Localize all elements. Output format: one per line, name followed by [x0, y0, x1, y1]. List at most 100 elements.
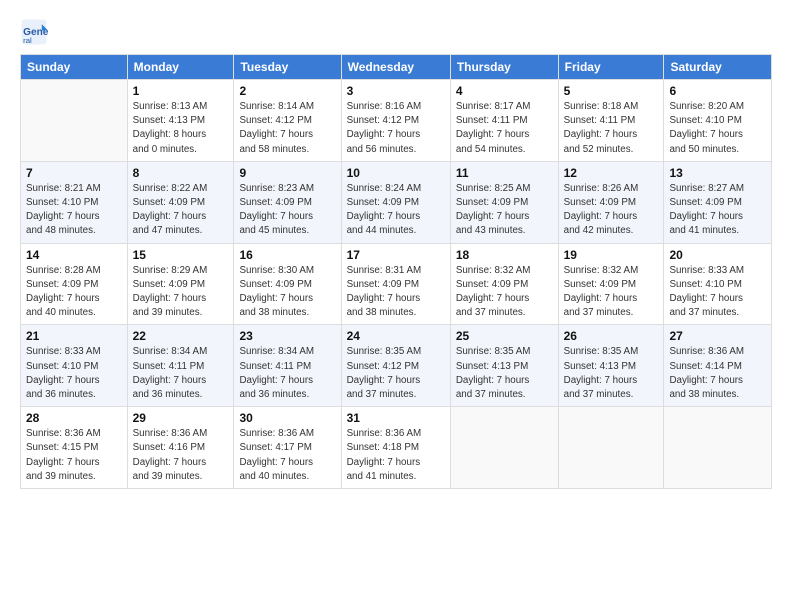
day-info: Sunrise: 8:23 AM Sunset: 4:09 PM Dayligh…: [239, 182, 335, 239]
calendar-cell: 16 Sunrise: 8:30 AM Sunset: 4:09 PM Dayli…: [234, 243, 341, 325]
calendar-cell: 4Sunrise: 8:17 AM Sunset: 4:11 PM Daylig…: [450, 80, 558, 162]
day-info: Sunrise: 8:25 AM Sunset: 4:09 PM Dayligh…: [456, 182, 553, 239]
day-number: 16: [239, 248, 335, 262]
day-number: 29: [133, 411, 229, 425]
weekday-header-monday: Monday: [127, 55, 234, 80]
day-info: Sunrise: 8:36 AM Sunset: 4:18 PM Dayligh…: [347, 427, 445, 484]
day-number: 10: [347, 166, 445, 180]
day-number: 8: [133, 166, 229, 180]
weekday-header-row: SundayMondayTuesdayWednesdayThursdayFrid…: [21, 55, 772, 80]
calendar-cell: 15 Sunrise: 8:29 AM Sunset: 4:09 PM Dayli…: [127, 243, 234, 325]
day-number: 5: [564, 84, 659, 98]
calendar-cell: [664, 407, 772, 489]
day-number: 3: [347, 84, 445, 98]
day-info: Sunrise: 8:32 AM Sunset: 4:09 PM Dayligh…: [564, 264, 659, 321]
day-number: 13: [669, 166, 766, 180]
day-info: Sunrise: 8:29 AM Sunset: 4:09 PM Dayligh…: [133, 264, 229, 321]
day-number: 28: [26, 411, 122, 425]
day-number: 15: [133, 248, 229, 262]
calendar-cell: 31 Sunrise: 8:36 AM Sunset: 4:18 PM Dayli…: [341, 407, 450, 489]
day-info: Sunrise: 8:35 AM Sunset: 4:12 PM Dayligh…: [347, 345, 445, 402]
weekday-header-sunday: Sunday: [21, 55, 128, 80]
calendar-cell: 18Sunrise: 8:32 AM Sunset: 4:09 PM Dayli…: [450, 243, 558, 325]
day-number: 9: [239, 166, 335, 180]
day-info: Sunrise: 8:26 AM Sunset: 4:09 PM Dayligh…: [564, 182, 659, 239]
day-number: 2: [239, 84, 335, 98]
day-number: 31: [347, 411, 445, 425]
day-number: 21: [26, 329, 122, 343]
calendar-cell: 12Sunrise: 8:26 AM Sunset: 4:09 PM Dayli…: [558, 161, 664, 243]
day-number: 20: [669, 248, 766, 262]
svg-text:ral: ral: [23, 36, 32, 45]
day-number: 30: [239, 411, 335, 425]
day-info: Sunrise: 8:33 AM Sunset: 4:10 PM Dayligh…: [669, 264, 766, 321]
calendar-cell: 30 Sunrise: 8:36 AM Sunset: 4:17 PM Dayli…: [234, 407, 341, 489]
day-number: 1: [133, 84, 229, 98]
day-number: 24: [347, 329, 445, 343]
day-number: 6: [669, 84, 766, 98]
day-number: 27: [669, 329, 766, 343]
calendar-cell: 23Sunrise: 8:34 AM Sunset: 4:11 PM Dayli…: [234, 325, 341, 407]
day-info: Sunrise: 8:35 AM Sunset: 4:13 PM Dayligh…: [564, 345, 659, 402]
calendar-cell: 8 Sunrise: 8:22 AM Sunset: 4:09 PM Daylig…: [127, 161, 234, 243]
calendar-cell: 28Sunrise: 8:36 AM Sunset: 4:15 PM Dayli…: [21, 407, 128, 489]
day-number: 25: [456, 329, 553, 343]
day-info: Sunrise: 8:34 AM Sunset: 4:11 PM Dayligh…: [133, 345, 229, 402]
day-info: Sunrise: 8:28 AM Sunset: 4:09 PM Dayligh…: [26, 264, 122, 321]
day-info: Sunrise: 8:18 AM Sunset: 4:11 PM Dayligh…: [564, 100, 659, 157]
day-info: Sunrise: 8:36 AM Sunset: 4:17 PM Dayligh…: [239, 427, 335, 484]
page-header: Gene ral: [20, 18, 772, 46]
calendar-cell: 27 Sunrise: 8:36 AM Sunset: 4:14 PM Dayli…: [664, 325, 772, 407]
calendar-week-row: 14 Sunrise: 8:28 AM Sunset: 4:09 PM Dayli…: [21, 243, 772, 325]
day-number: 22: [133, 329, 229, 343]
day-number: 11: [456, 166, 553, 180]
day-info: Sunrise: 8:36 AM Sunset: 4:14 PM Dayligh…: [669, 345, 766, 402]
calendar-week-row: 21 Sunrise: 8:33 AM Sunset: 4:10 PM Dayli…: [21, 325, 772, 407]
day-info: Sunrise: 8:24 AM Sunset: 4:09 PM Dayligh…: [347, 182, 445, 239]
day-info: Sunrise: 8:34 AM Sunset: 4:11 PM Dayligh…: [239, 345, 335, 402]
weekday-header-wednesday: Wednesday: [341, 55, 450, 80]
calendar-cell: 6Sunrise: 8:20 AM Sunset: 4:10 PM Daylig…: [664, 80, 772, 162]
day-info: Sunrise: 8:36 AM Sunset: 4:16 PM Dayligh…: [133, 427, 229, 484]
day-info: Sunrise: 8:32 AM Sunset: 4:09 PM Dayligh…: [456, 264, 553, 321]
day-number: 7: [26, 166, 122, 180]
calendar-cell: 29 Sunrise: 8:36 AM Sunset: 4:16 PM Dayli…: [127, 407, 234, 489]
calendar-cell: 20 Sunrise: 8:33 AM Sunset: 4:10 PM Dayli…: [664, 243, 772, 325]
calendar-cell: 1 Sunrise: 8:13 AM Sunset: 4:13 PM Daylig…: [127, 80, 234, 162]
calendar-week-row: 7 Sunrise: 8:21 AM Sunset: 4:10 PM Daylig…: [21, 161, 772, 243]
calendar-cell: [558, 407, 664, 489]
calendar-cell: 19 Sunrise: 8:32 AM Sunset: 4:09 PM Dayli…: [558, 243, 664, 325]
weekday-header-saturday: Saturday: [664, 55, 772, 80]
calendar-table: SundayMondayTuesdayWednesdayThursdayFrid…: [20, 54, 772, 489]
day-info: Sunrise: 8:17 AM Sunset: 4:11 PM Dayligh…: [456, 100, 553, 157]
day-number: 14: [26, 248, 122, 262]
calendar-cell: 7 Sunrise: 8:21 AM Sunset: 4:10 PM Daylig…: [21, 161, 128, 243]
day-info: Sunrise: 8:33 AM Sunset: 4:10 PM Dayligh…: [26, 345, 122, 402]
calendar-cell: 9 Sunrise: 8:23 AM Sunset: 4:09 PM Daylig…: [234, 161, 341, 243]
logo: Gene ral: [20, 18, 52, 46]
weekday-header-thursday: Thursday: [450, 55, 558, 80]
day-info: Sunrise: 8:14 AM Sunset: 4:12 PM Dayligh…: [239, 100, 335, 157]
day-number: 19: [564, 248, 659, 262]
day-info: Sunrise: 8:13 AM Sunset: 4:13 PM Dayligh…: [133, 100, 229, 157]
calendar-cell: 21 Sunrise: 8:33 AM Sunset: 4:10 PM Dayli…: [21, 325, 128, 407]
calendar-cell: 13 Sunrise: 8:27 AM Sunset: 4:09 PM Dayli…: [664, 161, 772, 243]
day-info: Sunrise: 8:22 AM Sunset: 4:09 PM Dayligh…: [133, 182, 229, 239]
weekday-header-tuesday: Tuesday: [234, 55, 341, 80]
calendar-cell: 14 Sunrise: 8:28 AM Sunset: 4:09 PM Dayli…: [21, 243, 128, 325]
day-info: Sunrise: 8:30 AM Sunset: 4:09 PM Dayligh…: [239, 264, 335, 321]
calendar-cell: 5 Sunrise: 8:18 AM Sunset: 4:11 PM Daylig…: [558, 80, 664, 162]
day-number: 26: [564, 329, 659, 343]
calendar-week-row: 1 Sunrise: 8:13 AM Sunset: 4:13 PM Daylig…: [21, 80, 772, 162]
calendar-cell: 25 Sunrise: 8:35 AM Sunset: 4:13 PM Dayli…: [450, 325, 558, 407]
weekday-header-friday: Friday: [558, 55, 664, 80]
logo-icon: Gene ral: [20, 18, 48, 46]
calendar-cell: 26 Sunrise: 8:35 AM Sunset: 4:13 PM Dayli…: [558, 325, 664, 407]
day-info: Sunrise: 8:27 AM Sunset: 4:09 PM Dayligh…: [669, 182, 766, 239]
calendar-cell: 10 Sunrise: 8:24 AM Sunset: 4:09 PM Dayli…: [341, 161, 450, 243]
day-info: Sunrise: 8:31 AM Sunset: 4:09 PM Dayligh…: [347, 264, 445, 321]
day-info: Sunrise: 8:21 AM Sunset: 4:10 PM Dayligh…: [26, 182, 122, 239]
calendar-cell: 11 Sunrise: 8:25 AM Sunset: 4:09 PM Dayli…: [450, 161, 558, 243]
calendar-week-row: 28Sunrise: 8:36 AM Sunset: 4:15 PM Dayli…: [21, 407, 772, 489]
day-info: Sunrise: 8:35 AM Sunset: 4:13 PM Dayligh…: [456, 345, 553, 402]
